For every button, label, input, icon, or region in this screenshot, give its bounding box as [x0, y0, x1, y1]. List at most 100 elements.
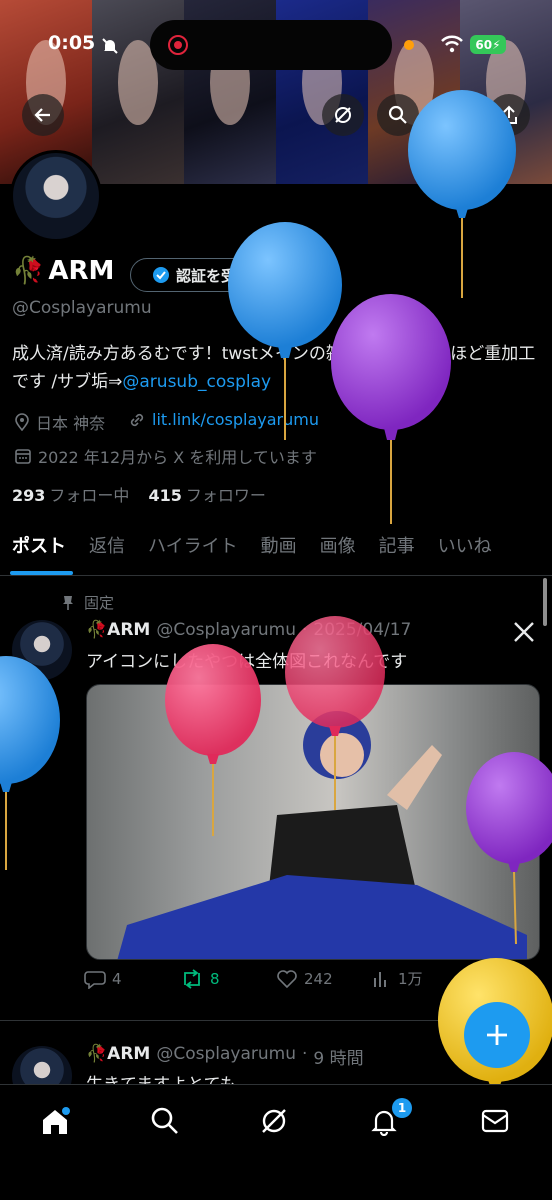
- mail-icon: [481, 1109, 509, 1133]
- following-label: フォロー中: [49, 486, 130, 505]
- views-chart-icon: [374, 971, 386, 987]
- profile-website[interactable]: lit.link/cosplayarumu: [128, 410, 319, 429]
- views-button[interactable]: 1万: [372, 968, 468, 989]
- following-link[interactable]: 293 フォロー中: [12, 486, 129, 505]
- profile-joined: 2022 年12月から X を利用しています: [14, 444, 317, 468]
- get-verified-button[interactable]: 認証を受ける: [130, 258, 288, 292]
- heart-icon: [277, 969, 297, 988]
- banner-photo: [460, 0, 552, 184]
- like-count: 242: [304, 969, 333, 988]
- pinned-label: 固定: [84, 594, 115, 612]
- repost-icon: [184, 968, 200, 989]
- followers-link[interactable]: 415 フォロワー: [149, 486, 266, 505]
- verified-badge-icon: [152, 267, 169, 283]
- charging-icon: ⚡: [492, 37, 501, 52]
- repost-count: 8: [210, 969, 220, 988]
- profile-handle: @Cosplayarumu: [12, 298, 152, 318]
- like-button[interactable]: 242: [276, 968, 372, 989]
- x-logo-icon: [514, 622, 534, 642]
- plus-icon: [487, 1025, 507, 1045]
- grok-button[interactable]: [322, 94, 364, 136]
- compose-button[interactable]: [464, 1002, 530, 1068]
- pin-icon: [63, 595, 73, 610]
- cosplay-photo: [117, 711, 527, 959]
- followers-label: フォロワー: [185, 486, 266, 505]
- scrollbar[interactable]: [543, 578, 547, 626]
- post-author-name: ARM: [107, 1044, 151, 1064]
- share-icon: [501, 105, 517, 124]
- notification-badge: 1: [392, 1098, 412, 1118]
- view-count: 1万: [398, 970, 423, 988]
- pinned-indicator: 固定: [62, 592, 114, 613]
- reply-icon: [84, 970, 106, 989]
- following-count: 293: [12, 486, 46, 505]
- tab-replies[interactable]: 返信: [77, 522, 136, 575]
- post-author[interactable]: 🥀ARM: [86, 1044, 150, 1069]
- link-icon: [130, 413, 144, 426]
- grok-icon: [335, 107, 351, 123]
- recording-icon: [168, 35, 188, 55]
- profile-avatar[interactable]: [10, 150, 102, 242]
- post-author[interactable]: 🥀ARM: [86, 620, 150, 640]
- verify-label: 認証を受ける: [175, 266, 266, 285]
- profile-location: 日本 神奈: [14, 410, 105, 434]
- mic-indicator-icon: [404, 40, 414, 50]
- search-button[interactable]: [377, 94, 419, 136]
- tab-videos[interactable]: 動画: [249, 522, 308, 575]
- profile-tabs: ポスト 返信 ハイライト 動画 画像 記事 いいね: [0, 522, 552, 576]
- search-icon: [151, 1107, 178, 1134]
- grok-icon: [262, 1109, 286, 1133]
- reply-button[interactable]: 4: [84, 968, 180, 989]
- tab-highlights[interactable]: ハイライト: [136, 522, 249, 575]
- follow-stats: 293 フォロー中 415 フォロワー: [12, 482, 266, 506]
- back-button[interactable]: [22, 94, 64, 136]
- post-text: アイコンにしたやつは全体図これなんです: [86, 652, 408, 672]
- display-name-text: ARM: [48, 256, 115, 286]
- calendar-icon: [15, 449, 31, 464]
- tab-likes[interactable]: いいね: [426, 522, 503, 575]
- arrow-left-icon: [34, 108, 50, 122]
- tab-posts[interactable]: ポスト: [0, 522, 77, 575]
- tab-articles[interactable]: 記事: [367, 522, 426, 575]
- profile-bio: 成人済/読み方あるむです！twstメインの雑多垢 超がつくほど重加工です /サブ…: [12, 340, 542, 396]
- profile-display-name: 🥀 ARM: [12, 256, 114, 286]
- tab-images[interactable]: 画像: [308, 522, 367, 575]
- repost-button[interactable]: 8: [180, 968, 276, 989]
- status-time: 0:05: [48, 32, 96, 54]
- bottom-navigation: [0, 1084, 552, 1200]
- balloon-purple: [331, 294, 451, 524]
- nav-messages[interactable]: [475, 1101, 515, 1141]
- search-icon: [388, 105, 407, 124]
- battery-indicator: 60 ⚡: [470, 35, 506, 54]
- wifi-icon: [441, 35, 463, 53]
- post-avatar[interactable]: [12, 620, 72, 680]
- post-media-image[interactable]: [86, 684, 540, 960]
- post-author-name: ARM: [107, 620, 151, 640]
- post-handle[interactable]: @Cosplayarumu: [156, 1044, 296, 1069]
- post-actions: 4 8 242 1万: [84, 968, 534, 989]
- bio-mention-link[interactable]: @arusub_cosplay: [122, 372, 271, 392]
- battery-level: 60: [475, 37, 493, 52]
- location-pin-icon: [15, 413, 29, 431]
- post-date[interactable]: 2025/04/17: [313, 620, 411, 640]
- balloon-blue: [0, 656, 60, 870]
- bio-text: 成人済/読み方あるむです！twstメインの雑多垢 超がつくほど重加工です /サブ…: [12, 344, 536, 392]
- balloon-blue: [228, 222, 342, 440]
- joined-text: 2022 年12月から X を利用しています: [38, 448, 317, 467]
- post-handle[interactable]: @Cosplayarumu: [156, 620, 296, 640]
- post-header: 🥀ARM @Cosplayarumu · 9 時間: [86, 1044, 364, 1069]
- reply-count: 4: [112, 969, 122, 988]
- location-text: 日本 神奈: [36, 414, 106, 433]
- website-link[interactable]: lit.link/cosplayarumu: [152, 410, 319, 429]
- post-dot: ·: [301, 620, 308, 640]
- bell-muted-icon: [102, 38, 118, 54]
- post-header: 🥀ARM @Cosplayarumu · 2025/04/17: [86, 620, 411, 640]
- post-date[interactable]: 9 時間: [313, 1044, 363, 1069]
- share-button[interactable]: [488, 94, 530, 136]
- home-icon: [43, 1107, 70, 1134]
- nav-home[interactable]: [35, 1101, 75, 1141]
- nav-search[interactable]: [145, 1101, 185, 1141]
- nav-grok[interactable]: [254, 1101, 294, 1141]
- post-dot: ·: [301, 1044, 308, 1064]
- followers-count: 415: [148, 486, 182, 505]
